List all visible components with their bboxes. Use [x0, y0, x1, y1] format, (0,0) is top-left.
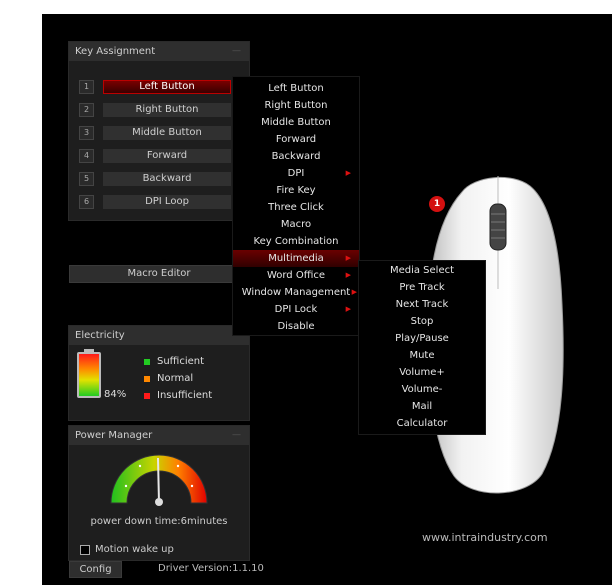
gauge-needle — [157, 457, 160, 504]
battery-percent: 84% — [104, 389, 127, 400]
legend-label: Normal — [157, 373, 194, 384]
power-manager-title: Power Manager — [75, 430, 153, 441]
gauge-pivot — [155, 498, 163, 506]
menu-item-right-button[interactable]: Right Button — [233, 97, 359, 114]
menu-item-label: Middle Button — [261, 117, 331, 128]
config-button[interactable]: Config — [69, 561, 122, 578]
collapse-icon[interactable]: — — [232, 426, 241, 445]
submenu-item-pre-track[interactable]: Pre Track — [359, 279, 485, 296]
submenu-item-mute[interactable]: Mute — [359, 347, 485, 364]
mouse-driver-app: Key Assignment — 1 Left Button 2 Right B… — [42, 14, 612, 585]
gauge-dot — [124, 484, 128, 488]
battery-icon — [77, 352, 101, 398]
motion-wake-label: Motion wake up — [95, 544, 174, 555]
key-assignment-panel: Key Assignment — 1 Left Button 2 Right B… — [68, 41, 250, 221]
submenu-arrow-icon: ▶ — [351, 288, 357, 296]
power-down-time: power down time:6minutes — [90, 516, 228, 527]
menu-item-three-click[interactable]: Three Click — [233, 199, 359, 216]
menu-item-disable[interactable]: Disable — [233, 318, 359, 335]
menu-item-forward[interactable]: Forward — [233, 131, 359, 148]
menu-item-label: Backward — [271, 151, 321, 162]
menu-item-label: Left Button — [268, 83, 324, 94]
key-function-menu: Left Button Right Button Middle Button F… — [232, 76, 360, 336]
menu-item-label: Key Combination — [253, 236, 339, 247]
key-number: 1 — [79, 80, 94, 94]
legend-swatch-red — [144, 393, 150, 399]
multimedia-submenu: Media Select Pre Track Next Track Stop P… — [358, 260, 486, 435]
menu-item-word-office[interactable]: Word Office ▶ — [233, 267, 359, 284]
gauge-dot — [176, 464, 180, 468]
menu-item-label: Multimedia — [268, 253, 324, 264]
menu-item-label: Macro — [280, 219, 312, 230]
key-number: 5 — [79, 172, 94, 186]
menu-item-macro[interactable]: Macro — [233, 216, 359, 233]
menu-item-label: Word Office — [266, 270, 326, 281]
menu-item-middle-button[interactable]: Middle Button — [233, 114, 359, 131]
key-assign-button-left[interactable]: Left Button — [103, 80, 231, 94]
menu-item-window-management[interactable]: Window Management ▶ — [233, 284, 359, 301]
key-assign-button-forward[interactable]: Forward — [103, 149, 231, 163]
menu-item-key-combination[interactable]: Key Combination — [233, 233, 359, 250]
menu-item-label: Forward — [275, 134, 317, 145]
submenu-arrow-icon: ▶ — [345, 271, 351, 279]
submenu-item-stop[interactable]: Stop — [359, 313, 485, 330]
menu-item-dpi[interactable]: DPI ▶ — [233, 165, 359, 182]
menu-item-left-button[interactable]: Left Button — [233, 80, 359, 97]
submenu-item-play-pause[interactable]: Play/Pause — [359, 330, 485, 347]
submenu-item-next-track[interactable]: Next Track — [359, 296, 485, 313]
menu-item-label: Right Button — [264, 100, 328, 111]
key-number: 4 — [79, 149, 94, 163]
key-assign-button-backward[interactable]: Backward — [103, 172, 231, 186]
website-link[interactable]: www.intraindustry.com — [422, 531, 548, 544]
key-number: 6 — [79, 195, 94, 209]
checkbox-box[interactable] — [80, 545, 90, 555]
key-assign-button-middle[interactable]: Middle Button — [103, 126, 231, 140]
legend-swatch-orange — [144, 376, 150, 382]
submenu-item-media-select[interactable]: Media Select — [359, 262, 485, 279]
submenu-arrow-icon: ▶ — [345, 305, 351, 313]
menu-item-label: DPI — [287, 168, 305, 179]
menu-item-label: DPI Lock — [274, 304, 318, 315]
menu-item-label: Fire Key — [276, 185, 316, 196]
menu-item-label: Window Management — [241, 287, 351, 298]
menu-item-fire-key[interactable]: Fire Key — [233, 182, 359, 199]
electricity-header: Electricity — [69, 326, 249, 345]
submenu-item-volume-up[interactable]: Volume+ — [359, 364, 485, 381]
submenu-item-mail[interactable]: Mail — [359, 398, 485, 415]
key-assignment-title: Key Assignment — [75, 46, 156, 57]
key-assignment-header: Key Assignment — — [69, 42, 249, 61]
submenu-arrow-icon: ▶ — [345, 169, 351, 177]
key-assign-button-dpi-loop[interactable]: DPI Loop — [103, 195, 231, 209]
submenu-arrow-icon: ▶ — [345, 254, 351, 262]
gauge-dot — [190, 484, 194, 488]
power-manager-header: Power Manager — — [69, 426, 249, 445]
driver-version: Driver Version:1.1.10 — [158, 563, 264, 574]
menu-item-label: Disable — [277, 321, 315, 332]
key-number: 2 — [79, 103, 94, 117]
menu-item-label: Three Click — [268, 202, 324, 213]
submenu-item-calculator[interactable]: Calculator — [359, 415, 485, 432]
mouse-scroll-wheel — [489, 203, 507, 251]
macro-editor-button[interactable]: Macro Editor — [69, 265, 249, 283]
menu-item-backward[interactable]: Backward — [233, 148, 359, 165]
legend-label: Insufficient — [157, 390, 213, 401]
electricity-title: Electricity — [75, 330, 125, 341]
legend-swatch-green — [144, 359, 150, 365]
menu-item-multimedia[interactable]: Multimedia ▶ — [233, 250, 359, 267]
mouse-button-badge[interactable]: 1 — [429, 196, 445, 212]
key-number: 3 — [79, 126, 94, 140]
menu-item-dpi-lock[interactable]: DPI Lock ▶ — [233, 301, 359, 318]
legend-label: Sufficient — [157, 356, 205, 367]
submenu-item-volume-down[interactable]: Volume- — [359, 381, 485, 398]
key-assign-button-right[interactable]: Right Button — [103, 103, 231, 117]
gauge-dot — [138, 464, 142, 468]
power-gauge[interactable] — [104, 446, 214, 511]
collapse-icon[interactable]: — — [232, 42, 241, 61]
